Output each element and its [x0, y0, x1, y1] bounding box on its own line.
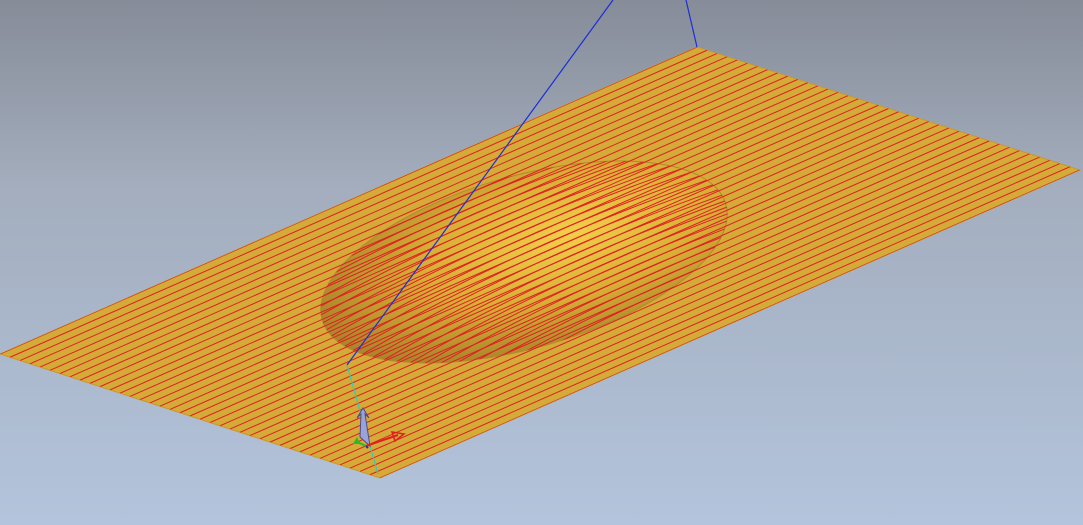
cad-scene[interactable]: [0, 0, 1083, 525]
z-axis: [365, 445, 369, 449]
3d-viewport[interactable]: [0, 0, 1083, 525]
